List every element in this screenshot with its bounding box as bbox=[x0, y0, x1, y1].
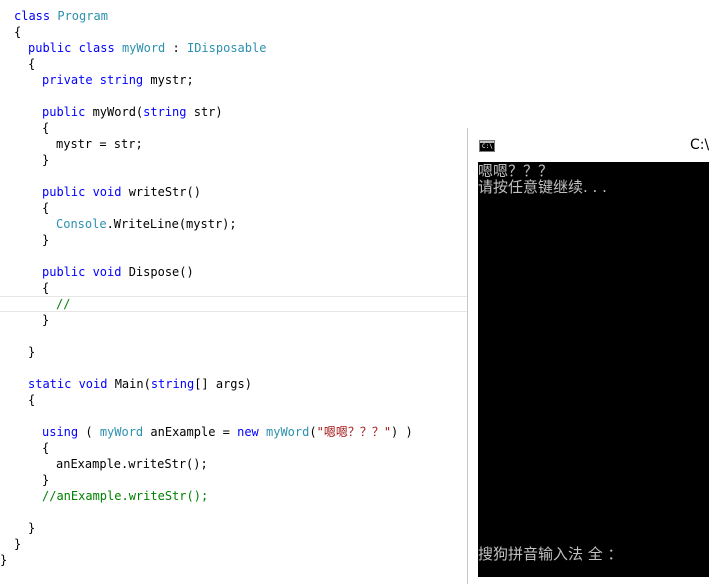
code-line[interactable]: { bbox=[42, 280, 49, 296]
code-token: void bbox=[92, 185, 129, 199]
code-line[interactable]: { bbox=[28, 56, 35, 72]
code-token: Console bbox=[56, 217, 107, 231]
code-token: [] args) bbox=[194, 377, 252, 391]
code-token: myWord bbox=[121, 41, 166, 55]
code-token: using bbox=[42, 425, 79, 439]
code-line[interactable]: static void Main(string[] args) bbox=[28, 376, 252, 392]
code-token: anExample = bbox=[143, 425, 238, 439]
current-line-highlight bbox=[0, 296, 470, 312]
code-token: ) ) bbox=[391, 425, 413, 439]
code-token: ( bbox=[309, 425, 317, 439]
console-titlebar[interactable]: C:\ C:\ bbox=[468, 128, 709, 162]
code-token: Main( bbox=[114, 377, 151, 391]
code-token: //anExample.writeStr(); bbox=[42, 489, 209, 503]
code-token: anExample.writeStr(); bbox=[56, 457, 208, 471]
code-token: } bbox=[42, 473, 50, 487]
console-screen[interactable]: 嗯嗯？？？ 请按任意键继续. . . 搜狗拼音输入法 全 ： bbox=[478, 162, 709, 577]
code-line[interactable]: class Program bbox=[14, 8, 108, 24]
console-app-icon: C:\ bbox=[479, 140, 495, 152]
code-token: class bbox=[14, 9, 58, 23]
code-token: .WriteLine(mystr); bbox=[106, 217, 237, 231]
code-line[interactable]: public class myWord : IDisposable bbox=[28, 40, 266, 56]
code-token: myWord bbox=[99, 425, 144, 439]
code-token: myWord bbox=[266, 425, 310, 439]
code-token: } bbox=[42, 233, 50, 247]
code-token: : bbox=[165, 41, 187, 55]
code-token: public bbox=[42, 105, 93, 119]
code-token: string bbox=[143, 105, 194, 119]
code-line[interactable]: } bbox=[0, 552, 7, 568]
code-token: myWord( bbox=[92, 105, 144, 119]
code-token: { bbox=[14, 25, 22, 39]
code-token: // bbox=[56, 297, 71, 311]
code-token: { bbox=[42, 281, 50, 295]
code-token: string bbox=[150, 377, 195, 391]
code-line[interactable]: } bbox=[42, 312, 49, 328]
code-token: { bbox=[28, 393, 36, 407]
code-line[interactable]: // bbox=[56, 296, 70, 312]
code-token: public bbox=[28, 41, 79, 55]
code-token: writeStr() bbox=[128, 185, 201, 199]
code-token: } bbox=[0, 553, 8, 567]
code-token: } bbox=[42, 313, 50, 327]
code-token: class bbox=[78, 41, 122, 55]
code-token: mystr = str; bbox=[56, 137, 143, 151]
code-token: private bbox=[42, 73, 100, 87]
code-token: void bbox=[92, 265, 129, 279]
code-line[interactable]: { bbox=[42, 200, 49, 216]
code-line[interactable]: } bbox=[42, 152, 49, 168]
code-line[interactable]: public void Dispose() bbox=[42, 264, 194, 280]
code-token: { bbox=[42, 201, 50, 215]
code-token: { bbox=[42, 441, 50, 455]
code-line[interactable]: { bbox=[28, 392, 35, 408]
code-line[interactable]: } bbox=[28, 520, 35, 536]
ime-status-bar: 搜狗拼音输入法 全 ： bbox=[478, 545, 623, 563]
code-line[interactable]: using ( myWord anExample = new myWord("嗯… bbox=[42, 424, 413, 440]
code-token: public bbox=[42, 265, 93, 279]
code-token: Program bbox=[57, 9, 108, 23]
code-line[interactable]: public void writeStr() bbox=[42, 184, 201, 200]
code-token: } bbox=[28, 345, 36, 359]
code-token: IDisposable bbox=[186, 41, 267, 55]
code-line[interactable]: mystr = str; bbox=[56, 136, 143, 152]
code-line[interactable]: Console.WriteLine(mystr); bbox=[56, 216, 237, 232]
code-line[interactable]: } bbox=[42, 472, 49, 488]
code-line[interactable]: private string mystr; bbox=[42, 72, 194, 88]
code-line[interactable]: } bbox=[14, 536, 21, 552]
code-token: static bbox=[28, 377, 79, 391]
code-token: { bbox=[28, 57, 36, 71]
console-title: C:\ bbox=[690, 137, 709, 153]
code-token: mystr; bbox=[150, 73, 194, 87]
code-line[interactable]: public myWord(string str) bbox=[42, 104, 223, 120]
console-icon-glyph: C:\ bbox=[482, 143, 493, 150]
code-token: } bbox=[14, 537, 22, 551]
console-window[interactable]: C:\ C:\ 嗯嗯？？？ 请按任意键继续. . . 搜狗拼音输入法 全 ： bbox=[467, 128, 709, 584]
code-token: string bbox=[99, 73, 151, 87]
code-token: str) bbox=[193, 105, 223, 119]
code-token: } bbox=[28, 521, 36, 535]
code-token: void bbox=[78, 377, 115, 391]
code-line[interactable]: } bbox=[28, 344, 35, 360]
console-output-line: 请按任意键继续. . . bbox=[478, 178, 607, 196]
code-line[interactable]: } bbox=[42, 232, 49, 248]
code-token: public bbox=[42, 185, 93, 199]
code-token: } bbox=[42, 153, 50, 167]
code-line[interactable]: { bbox=[42, 440, 49, 456]
code-token: new bbox=[237, 425, 266, 439]
code-token: { bbox=[42, 121, 50, 135]
code-line[interactable]: //anExample.writeStr(); bbox=[42, 488, 208, 504]
code-line[interactable]: anExample.writeStr(); bbox=[56, 456, 208, 472]
code-token: ( bbox=[78, 425, 100, 439]
code-line[interactable]: { bbox=[42, 120, 49, 136]
code-token: Dispose() bbox=[128, 265, 194, 279]
code-line[interactable]: { bbox=[14, 24, 21, 40]
code-token: "嗯嗯？？？" bbox=[316, 425, 392, 439]
